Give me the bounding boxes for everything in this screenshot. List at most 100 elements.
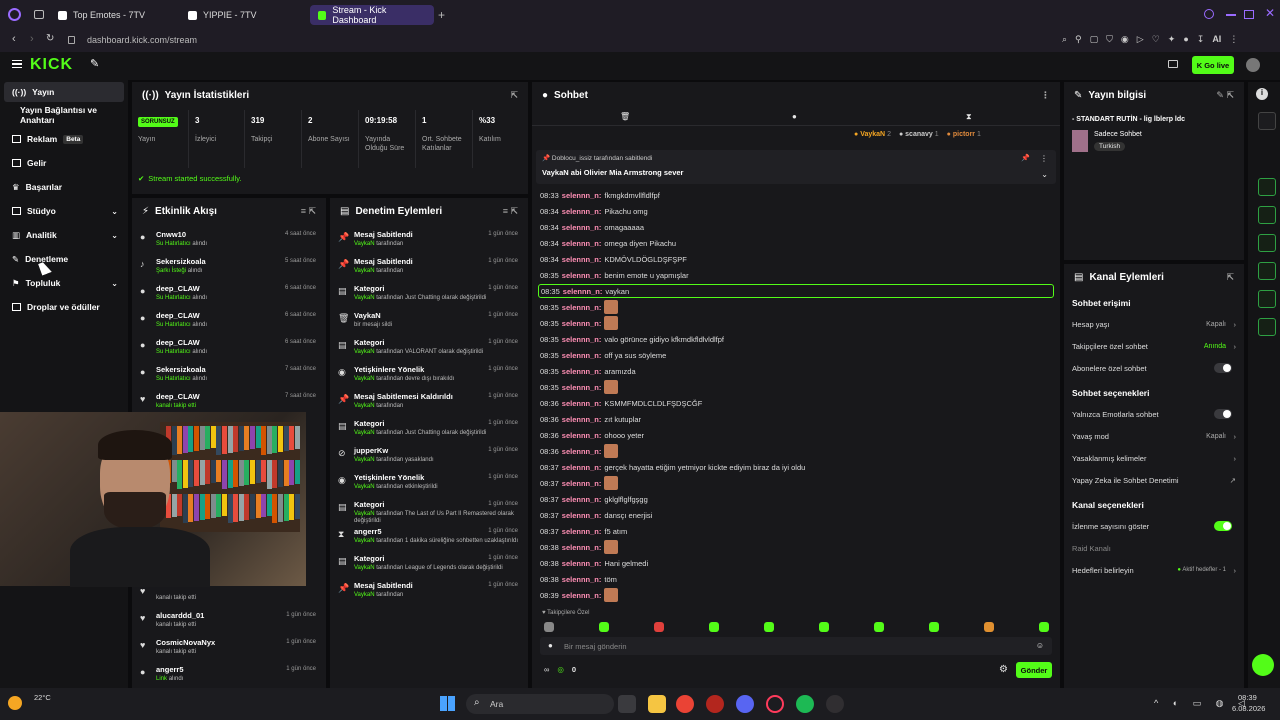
activity-row[interactable]: ● Sekersizkoala Su Hatırlatıcı alındı 7 saa… [138,363,320,390]
slow-mode-row[interactable]: Yavaş mod Kapalı › [1072,428,1236,444]
popout-icon[interactable]: ⇱ [1226,272,1234,283]
opera-icon[interactable] [766,695,784,713]
quick-emote-icon[interactable] [599,622,609,632]
shield-icon[interactable]: ⛉ [1106,34,1113,45]
chat-message[interactable]: 08:35 selennn_n: vaykan [538,284,1054,298]
go-live-button[interactable]: K Go live [1192,56,1234,74]
link-icon[interactable]: ∞ [544,665,549,674]
activity-row[interactable]: ♥ alucarddd_01 kanalı takip etti 1 gün önce [138,609,320,636]
chat-username[interactable]: selennn_n: [562,367,602,376]
avatar[interactable] [1246,58,1260,72]
rail-wrench-button[interactable] [1258,318,1276,336]
emoji-icon[interactable]: ☺ [1036,641,1044,650]
activity-row[interactable]: ● deep_CLAW Su Hatırlatıcı alındı 6 saat ön… [138,336,320,363]
activity-row[interactable]: ● Cnww10 Su Hatırlatıcı alındı 4 saat önce [138,228,320,255]
pinned-menu-icon[interactable]: ⋮ [1040,154,1048,163]
chat-username[interactable]: selennn_n: [562,415,602,424]
chat-message[interactable]: 08:37 selennn_n: gerçek hayatta etiğim yet… [540,460,805,474]
activity-row[interactable]: ● deep_CLAW Su Hatırlatıcı alındı 6 saat ön… [138,282,320,309]
maximize-button[interactable] [1244,10,1254,19]
popout-icon[interactable]: ⇱ [510,90,518,101]
minimize-button[interactable] [1226,14,1236,16]
quick-emote-icon[interactable] [1039,622,1049,632]
rail-doc-button[interactable] [1258,206,1276,224]
category-name[interactable]: Sadece Sohbet [1094,131,1142,138]
sidebar-item-analytics[interactable]: ▥ Analitik ⌄ [4,225,124,245]
chat-bubble-icon[interactable]: ● [792,112,797,121]
top-chatter-3[interactable]: ● pictorr 1 [947,131,981,138]
chat-username[interactable]: selennn_n: [562,495,602,504]
clock-date[interactable]: 6.08.2026 [1232,704,1265,713]
new-tab-button[interactable]: + [438,8,445,22]
mod-action-row[interactable]: 📌 Mesaj Sabitlendi VaykaN tarafından 1 gün … [336,228,522,255]
opera-logo-icon[interactable] [8,8,21,21]
chat-username[interactable]: selennn_n: [562,191,602,200]
taskview-icon[interactable] [618,695,636,713]
quick-emote-icon[interactable] [984,622,994,632]
goals-row[interactable]: Hedefleri belirleyin ● Aktif hedefler - 1… [1072,562,1236,578]
chat-message[interactable]: 08:35 selennn_n: [540,316,619,330]
chat-message[interactable]: 08:36 selennn_n: [540,444,619,458]
chat-username[interactable]: selennn_n: [562,559,602,568]
chat-message[interactable]: 08:34 selennn_n: Pikachu omg [540,204,648,218]
quick-emote-icon[interactable] [764,622,774,632]
quick-emote-icon[interactable] [654,622,664,632]
quick-emote-icon[interactable] [819,622,829,632]
sidebar-item-moderation[interactable]: ✎ Denetleme [4,249,124,269]
mod-action-row[interactable]: ⧗ angerr5 VaykaN tarafından 1 dakika sürel… [336,525,522,552]
discord-icon[interactable] [736,695,754,713]
chat-message[interactable]: 08:35 selennn_n: benim emote u yapmışlar [540,268,689,282]
clock-time[interactable]: 08:39 [1238,693,1257,702]
chat-username[interactable]: selennn_n: [562,463,602,472]
activity-row[interactable]: ● angerr5 Link alındı 1 gün önce [138,663,320,690]
download-icon[interactable]: ↧ [1197,34,1205,45]
chat-message[interactable]: 08:38 selennn_n: Hani gelmedi [540,556,648,570]
chat-message[interactable]: 08:36 selennn_n: KSMMFMDLCLDLFŞDŞCĞF [540,396,702,410]
chat-message[interactable]: 08:34 selennn_n: omega diyen Pikachu [540,236,676,250]
chat-username[interactable]: selennn_n: [563,287,603,296]
chat-menu-icon[interactable]: ⋮ [1041,90,1050,101]
subs-chat-toggle[interactable] [1214,363,1232,373]
tab-top-emotes[interactable]: Top Emotes - 7TV [50,5,178,25]
mod-action-row[interactable]: 📌 Mesaj Sabitlemesi Kaldırıldı VaykaN tara… [336,390,522,417]
chat-username[interactable]: selennn_n: [562,303,602,312]
unpin-icon[interactable]: 📌 [1021,154,1030,162]
chat-username[interactable]: selennn_n: [562,207,602,216]
sidebar-item-revenue[interactable]: Gelir [4,153,124,173]
mod-action-row[interactable]: ◉ Yetişkinlere Yönelik VaykaN tarafından e… [336,471,522,498]
chat-username[interactable]: selennn_n: [562,447,602,456]
show-viewers-toggle[interactable] [1214,521,1232,531]
mod-action-row[interactable]: 📌 Mesaj Sabitlendi VaykaN tarafından 1 gün … [336,579,522,606]
chat-message[interactable]: 08:35 selennn_n: [540,380,619,394]
chat-message[interactable]: 08:38 selennn_n: töm [540,572,617,586]
rail-lightning-button[interactable] [1258,178,1276,196]
top-chatter-1[interactable]: ● VaykaN 2 [854,131,891,138]
chat-message[interactable]: 08:37 selennn_n: dansçı enerjisi [540,508,652,522]
chat-message[interactable]: 08:37 selennn_n: [540,476,619,490]
sidebar-item-studio[interactable]: Stüdyo ⌄ [4,201,124,221]
reload-icon[interactable]: ↻ [46,33,54,44]
quick-emote-icon[interactable] [874,622,884,632]
chat-username[interactable]: selennn_n: [562,527,602,536]
chat-message[interactable]: 08:38 selennn_n: [540,540,619,554]
quick-emote-icon[interactable] [544,622,554,632]
pin-icon[interactable]: ✎ [90,57,99,70]
screenshot-icon[interactable]: ▢ [1090,34,1099,45]
chat-username[interactable]: selennn_n: [562,255,602,264]
close-window-button[interactable]: ✕ [1265,6,1275,20]
trash-icon[interactable]: 🗑 [620,112,630,121]
rail-layout-button[interactable] [1258,290,1276,308]
chat-username[interactable]: selennn_n: [562,511,602,520]
chat-message[interactable]: 08:34 selennn_n: omagaaaaa [540,220,644,234]
chat-message[interactable]: 08:36 selennn_n: ohooo yeter [540,428,644,442]
chat-input[interactable]: ● Bir mesaj gönderin ☺ [540,637,1052,655]
workspace-icon[interactable] [34,10,44,19]
emote-only-toggle[interactable] [1214,409,1232,419]
taskbar-search[interactable]: ⌕ Ara [466,694,614,714]
chat-message[interactable]: 08:37 selennn_n: f5 atım [540,524,627,538]
layout-icon[interactable] [1168,60,1178,68]
raid-row[interactable]: Raid Kanalı [1072,540,1236,556]
forward-icon[interactable]: › [30,33,34,45]
chat-username[interactable]: selennn_n: [562,575,602,584]
chat-username[interactable]: selennn_n: [562,319,602,328]
